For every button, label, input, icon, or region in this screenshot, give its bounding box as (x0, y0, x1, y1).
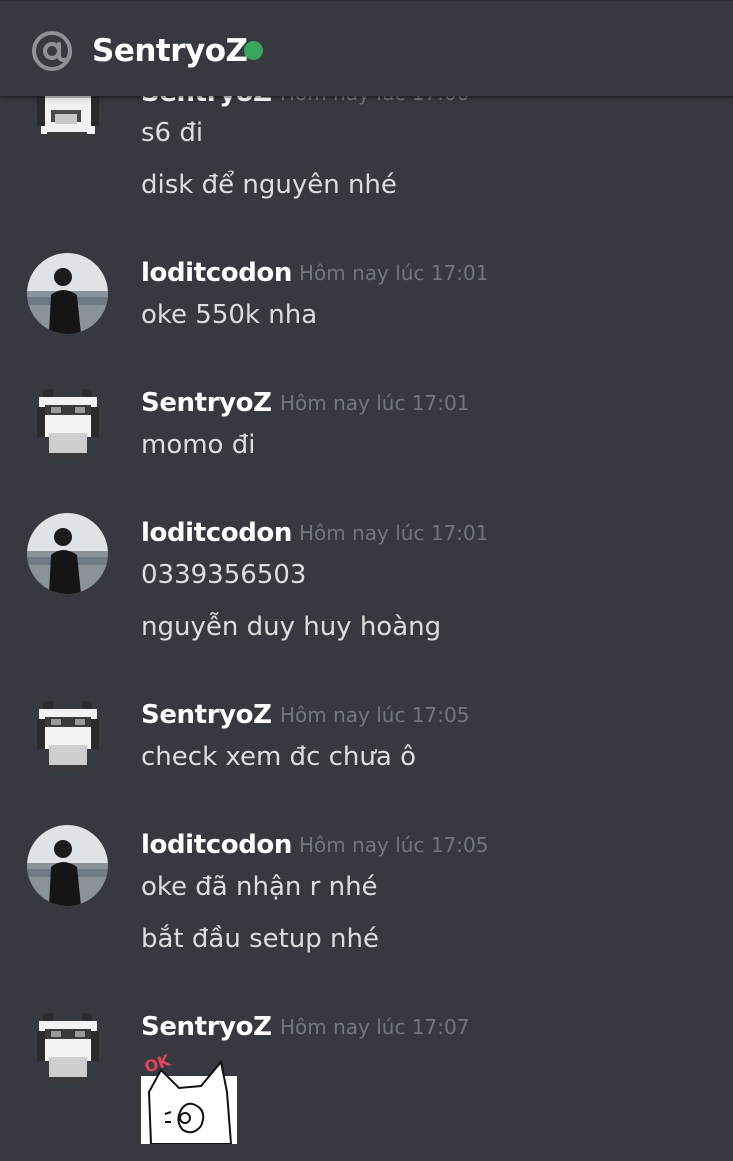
online-status-icon (244, 41, 263, 60)
avatar-loditcodon[interactable] (27, 825, 108, 906)
raccoon-avatar-icon (27, 1007, 108, 1088)
message-text: disk để nguyên nhé (141, 170, 397, 200)
message-text: bắt đầu setup nhé (141, 924, 380, 954)
username[interactable]: loditcodon (141, 256, 292, 290)
avatar-sentryoz[interactable] (27, 1007, 108, 1088)
dm-chat-window: SentryoZ Hôm nay lúc 17:00 s6 đi disk để… (0, 0, 733, 1161)
channel-header: SentryoZ (0, 0, 733, 96)
message-text: check xem đc chưa ô (141, 742, 416, 772)
raccoon-avatar-icon (27, 383, 108, 464)
message-text: oke đã nhận r nhé (141, 872, 378, 902)
message-text: oke 550k nha (141, 300, 318, 330)
user-photo-avatar-icon (27, 253, 108, 334)
username[interactable]: SentryoZ (141, 1010, 272, 1044)
timestamp: Hôm nay lúc 17:05 (299, 833, 489, 857)
timestamp: Hôm nay lúc 17:01 (299, 261, 489, 285)
avatar-sentryoz[interactable] (27, 695, 108, 776)
user-photo-avatar-icon (27, 825, 108, 906)
message-text: nguyễn duy huy hoàng (141, 612, 442, 642)
username[interactable]: SentryoZ (141, 698, 272, 732)
username[interactable]: loditcodon (141, 516, 292, 550)
timestamp: Hôm nay lúc 17:07 (280, 1015, 470, 1039)
avatar-sentryoz[interactable] (27, 383, 108, 464)
avatar-loditcodon[interactable] (27, 513, 108, 594)
channel-title[interactable]: SentryoZ (92, 29, 248, 73)
username[interactable]: loditcodon (141, 828, 292, 862)
timestamp: Hôm nay lúc 17:05 (280, 703, 470, 727)
user-photo-avatar-icon (27, 513, 108, 594)
message-text: momo đi (141, 430, 256, 460)
at-sign-icon (30, 29, 74, 73)
avatar-loditcodon[interactable] (27, 253, 108, 334)
raccoon-avatar-icon (27, 695, 108, 776)
message-list[interactable]: SentryoZ Hôm nay lúc 17:00 s6 đi disk để… (0, 0, 733, 1161)
timestamp: Hôm nay lúc 17:01 (280, 391, 470, 415)
timestamp: Hôm nay lúc 17:01 (299, 521, 489, 545)
message-text: 0339356503 (141, 560, 307, 590)
sticker-text: OK (142, 1052, 173, 1077)
username[interactable]: SentryoZ (141, 386, 272, 420)
cat-ok-sticker-icon[interactable]: OK (141, 1050, 237, 1145)
message-text: s6 đi (141, 118, 204, 148)
